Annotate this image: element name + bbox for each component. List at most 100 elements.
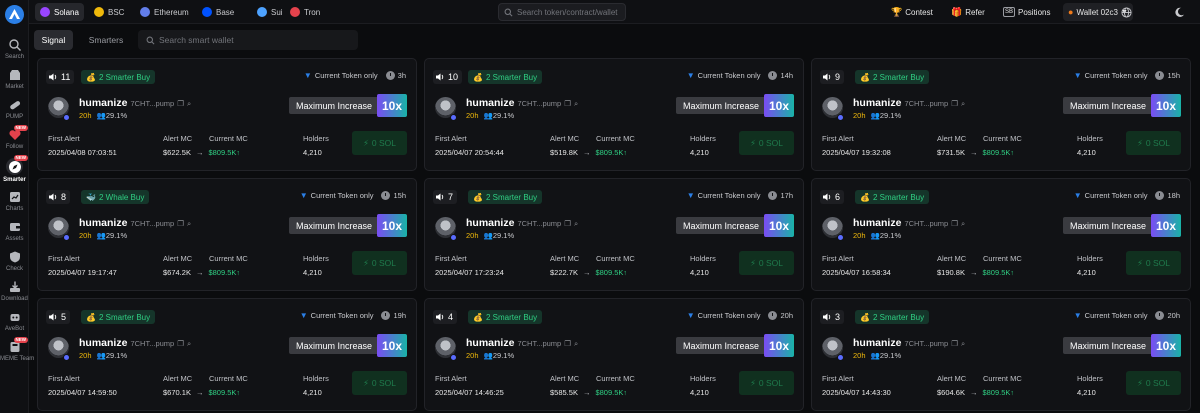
- buy-sol-label: 0 SOL: [371, 138, 397, 148]
- tab-signal[interactable]: Signal: [34, 30, 73, 50]
- buy-sol-button[interactable]: ⚡ 0 SOL: [739, 131, 794, 155]
- ave-logo-icon[interactable]: [5, 5, 24, 24]
- chain-tab-bsc[interactable]: BSC: [89, 3, 129, 21]
- token-name[interactable]: humanize: [466, 97, 514, 109]
- buy-sol-button[interactable]: ⚡ 0 SOL: [739, 371, 794, 395]
- search-icon[interactable]: ⌕: [187, 219, 191, 228]
- chain-tab-tron[interactable]: Tron: [285, 3, 325, 21]
- token-meta: 20h 👥29.1%: [853, 231, 901, 240]
- token-age: 20h: [853, 351, 866, 360]
- sidebar-item-check[interactable]: Check: [0, 250, 29, 273]
- token-name[interactable]: humanize: [853, 337, 901, 349]
- current-token-filter[interactable]: ▼ Current Token only 15h: [1074, 71, 1180, 80]
- buy-sol-button[interactable]: ⚡ 0 SOL: [352, 371, 407, 395]
- refer-button[interactable]: 🎁 Refer: [946, 3, 990, 21]
- signal-card[interactable]: 8 🐳 2 Whale Buy ▼ Current Token only 15h human…: [37, 178, 417, 291]
- positions-button[interactable]: SB Positions: [998, 3, 1055, 21]
- alert-mc-value: $674.2K: [163, 268, 191, 277]
- copy-icon[interactable]: ❐: [177, 99, 184, 108]
- signal-card[interactable]: 10 💰 2 Smarter Buy ▼ Current Token only 14h hu…: [424, 58, 804, 171]
- search-icon[interactable]: ⌕: [961, 99, 965, 108]
- smart-wallet-search-input[interactable]: Search smart wallet: [138, 30, 358, 50]
- search-icon: [8, 38, 22, 52]
- buy-sol-button[interactable]: ⚡ 0 SOL: [739, 251, 794, 275]
- copy-icon[interactable]: ❐: [564, 219, 571, 228]
- signal-card[interactable]: 5 💰 2 Smarter Buy ▼ Current Token only 19h hum…: [37, 298, 417, 411]
- search-icon[interactable]: ⌕: [574, 339, 578, 348]
- token-name[interactable]: humanize: [79, 97, 127, 109]
- token-address: 7CHT...pump: [904, 339, 949, 348]
- signal-card[interactable]: 11 💰 2 Smarter Buy ▼ Current Token only 3h hum…: [37, 58, 417, 171]
- buy-signal-badge: 💰 2 Smarter Buy: [468, 310, 543, 324]
- search-icon[interactable]: ⌕: [187, 339, 191, 348]
- chain-tab-ethereum[interactable]: Ethereum: [135, 3, 194, 21]
- time-ago: 18h: [1167, 191, 1180, 200]
- sidebar-item-search[interactable]: Search: [0, 38, 29, 61]
- search-icon[interactable]: ⌕: [574, 99, 578, 108]
- copy-icon[interactable]: ❐: [564, 99, 571, 108]
- buy-sol-button[interactable]: ⚡ 0 SOL: [1126, 251, 1181, 275]
- search-icon[interactable]: ⌕: [574, 219, 578, 228]
- chain-tab-label: Sui: [271, 7, 283, 17]
- signal-card[interactable]: 7 💰 2 Smarter Buy ▼ Current Token only 17h hum…: [424, 178, 804, 291]
- sidebar-item-download[interactable]: Download: [0, 280, 29, 303]
- current-token-filter[interactable]: ▼ Current Token only 19h: [300, 311, 406, 320]
- token-name[interactable]: humanize: [853, 217, 901, 229]
- token-name[interactable]: humanize: [466, 337, 514, 349]
- buy-sol-button[interactable]: ⚡ 0 SOL: [352, 131, 407, 155]
- sidebar-item-smarter[interactable]: Smarter NEW: [0, 155, 29, 184]
- current-mc-value: $809.5K: [208, 388, 237, 397]
- sidebar-item-market[interactable]: Market: [0, 68, 29, 91]
- current-mc-label: Current MC: [596, 134, 635, 143]
- copy-icon[interactable]: ❐: [951, 99, 958, 108]
- current-token-filter[interactable]: ▼ Current Token only 18h: [1074, 191, 1180, 200]
- language-globe-button[interactable]: [1115, 3, 1137, 21]
- holders-label: Holders: [690, 134, 716, 143]
- chain-tab-solana[interactable]: Solana: [35, 3, 84, 21]
- token-name[interactable]: humanize: [79, 217, 127, 229]
- sidebar-item-assets[interactable]: Assets: [0, 220, 29, 243]
- copy-icon[interactable]: ❐: [564, 339, 571, 348]
- copy-icon[interactable]: ❐: [951, 339, 958, 348]
- theme-toggle-button[interactable]: [1168, 3, 1190, 21]
- copy-icon[interactable]: ❐: [177, 339, 184, 348]
- first-alert-value: 2025/04/07 20:54:44: [435, 148, 504, 157]
- current-token-filter[interactable]: ▼ Current Token only 20h: [687, 311, 793, 320]
- search-icon[interactable]: ⌕: [961, 339, 965, 348]
- signal-card[interactable]: 3 💰 2 Smarter Buy ▼ Current Token only 20h hum…: [811, 298, 1191, 411]
- buy-sol-button[interactable]: ⚡ 0 SOL: [1126, 131, 1181, 155]
- token-search-input[interactable]: Search token/contract/wallet: [498, 3, 626, 21]
- current-token-filter[interactable]: ▼ Current Token only 3h: [304, 71, 406, 80]
- sidebar-item-follow[interactable]: Follow NEW: [0, 125, 29, 151]
- signal-card[interactable]: 4 💰 2 Smarter Buy ▼ Current Token only 20h hum…: [424, 298, 804, 411]
- search-icon[interactable]: ⌕: [961, 219, 965, 228]
- chain-tab-base[interactable]: Base: [197, 3, 239, 21]
- buy-sol-label: 0 SOL: [371, 258, 397, 268]
- copy-icon[interactable]: ❐: [951, 219, 958, 228]
- contest-button[interactable]: 🏆 Contest: [886, 3, 938, 21]
- signal-card[interactable]: 9 💰 2 Smarter Buy ▼ Current Token only 15h hum…: [811, 58, 1191, 171]
- sidebar-item-pump[interactable]: PUMP: [0, 98, 29, 121]
- search-icon[interactable]: ⌕: [187, 99, 191, 108]
- buy-sol-button[interactable]: ⚡ 0 SOL: [352, 251, 407, 275]
- signal-card[interactable]: 6 💰 2 Smarter Buy ▼ Current Token only 18h hum…: [811, 178, 1191, 291]
- chain-tab-sui[interactable]: Sui: [252, 3, 288, 21]
- current-token-filter[interactable]: ▼ Current Token only 14h: [687, 71, 793, 80]
- token-name[interactable]: humanize: [466, 217, 514, 229]
- current-token-filter[interactable]: ▼ Current Token only 15h: [300, 191, 406, 200]
- arrow-right-icon: →: [582, 388, 591, 397]
- tab-smarters[interactable]: Smarters: [81, 30, 131, 50]
- token-name[interactable]: humanize: [853, 97, 901, 109]
- alert-count-badge: 9: [820, 70, 845, 84]
- current-token-filter[interactable]: ▼ Current Token only 17h: [687, 191, 793, 200]
- current-token-filter[interactable]: ▼ Current Token only 20h: [1074, 311, 1180, 320]
- holder-icon: 👥: [870, 351, 880, 360]
- sidebar-item-avebot[interactable]: AveBot: [0, 310, 29, 333]
- sidebar-item-meme-team[interactable]: MEME Team NEW: [0, 337, 34, 363]
- buy-sol-button[interactable]: ⚡ 0 SOL: [1126, 371, 1181, 395]
- sidebar-item-charts[interactable]: Charts: [0, 190, 29, 213]
- token-name[interactable]: humanize: [79, 337, 127, 349]
- copy-icon[interactable]: ❐: [177, 219, 184, 228]
- holders-value: 4,210: [303, 268, 322, 277]
- alert-count: 4: [448, 312, 454, 322]
